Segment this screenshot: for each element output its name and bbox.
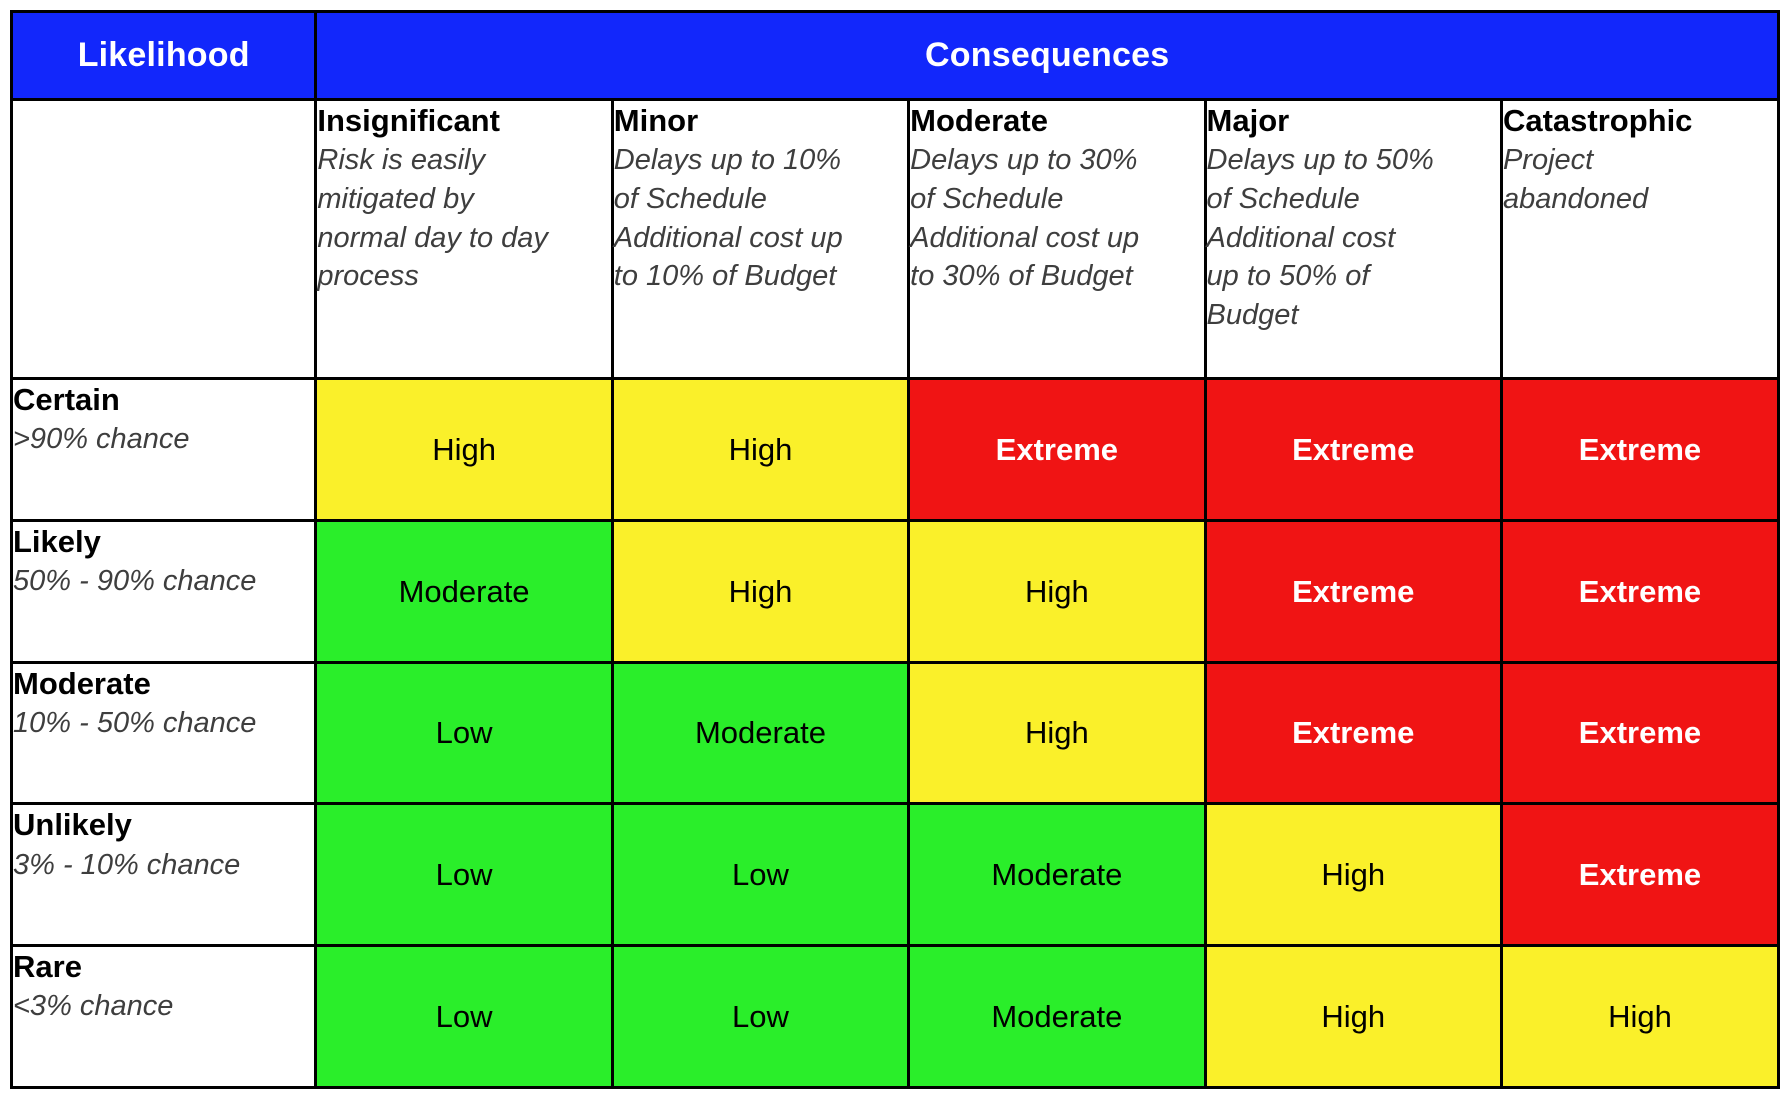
matrix-row-rare: Rare <3% chance Low Low Moderate High Hi… [9, 944, 1781, 1089]
likelihood-header-cell: Likelihood [9, 10, 318, 101]
rating-cell[interactable]: High [610, 376, 911, 522]
consequences-header-label: Consequences [925, 36, 1170, 75]
rating-cell[interactable]: Low [314, 660, 614, 806]
rating-cell[interactable]: Extreme [1203, 376, 1503, 522]
consequences-header-cell: Consequences [314, 10, 1780, 101]
consequence-description: Risk is easily mitigated by normal day t… [317, 144, 548, 293]
likelihood-cell-likely: Likely 50% - 90% chance [9, 518, 318, 664]
rating-cell[interactable]: Low [610, 802, 911, 948]
matrix-row-moderate: Moderate 10% - 50% chance Low Moderate H… [9, 660, 1781, 806]
consequence-description: Delays up to 50% of Schedule Additional … [1206, 144, 1434, 331]
consequence-column-minor: Minor Delays up to 10% of Schedule Addit… [610, 97, 911, 380]
rating-cell[interactable]: High [1203, 802, 1503, 948]
likelihood-cell-moderate: Moderate 10% - 50% chance [9, 660, 318, 806]
likelihood-title: Likely [13, 523, 101, 559]
rating-cell[interactable]: Extreme [907, 376, 1207, 522]
consequence-description: Project abandoned [1502, 144, 1649, 216]
likelihood-cell-unlikely: Unlikely 3% - 10% chance [9, 802, 318, 948]
rating-cell[interactable]: Extreme [1499, 660, 1781, 806]
likelihood-header-label: Likelihood [77, 36, 250, 75]
rating-cell[interactable]: Extreme [1203, 518, 1503, 664]
likelihood-title: Moderate [13, 665, 151, 701]
rating-cell[interactable]: Extreme [1499, 518, 1781, 664]
consequence-title: Insignificant [317, 102, 500, 138]
likelihood-cell-rare: Rare <3% chance [9, 944, 318, 1089]
matrix-row-likely: Likely 50% - 90% chance Moderate High Hi… [9, 518, 1781, 664]
rating-cell[interactable]: Low [314, 802, 614, 948]
rating-cell[interactable]: Extreme [1499, 376, 1781, 522]
rating-cell[interactable]: High [610, 518, 911, 664]
rating-cell[interactable]: High [907, 660, 1207, 806]
rating-cell[interactable]: Moderate [314, 518, 614, 664]
likelihood-chance: <3% chance [13, 990, 174, 1023]
risk-matrix-container: Likelihood Consequences Insignificant Ri… [9, 10, 1781, 1089]
likelihood-chance: 3% - 10% chance [13, 848, 241, 881]
consequence-description: Delays up to 10% of Schedule Additional … [613, 144, 843, 293]
rating-cell[interactable]: Moderate [610, 660, 911, 806]
rating-cell[interactable]: Moderate [907, 944, 1207, 1089]
consequence-definitions-row: Insignificant Risk is easily mitigated b… [9, 97, 1781, 380]
rating-cell[interactable]: Moderate [907, 802, 1207, 948]
consequence-column-catastrophic: Catastrophic Project abandoned [1499, 97, 1781, 380]
consequence-title: Major [1206, 102, 1290, 138]
likelihood-chance: >90% chance [13, 423, 190, 456]
corner-blank-cell [9, 97, 318, 380]
consequence-column-moderate: Moderate Delays up to 30% of Schedule Ad… [907, 97, 1207, 380]
likelihood-title: Unlikely [13, 807, 132, 843]
rating-cell[interactable]: Extreme [1203, 660, 1503, 806]
consequence-description: Delays up to 30% of Schedule Additional … [910, 144, 1140, 293]
banner-row: Likelihood Consequences [9, 10, 1780, 101]
consequence-title: Catastrophic [1502, 102, 1693, 138]
likelihood-title: Certain [13, 381, 120, 417]
consequence-title: Minor [613, 102, 699, 138]
likelihood-chance: 10% - 50% chance [13, 706, 257, 739]
rating-cell[interactable]: High [1499, 944, 1781, 1089]
rating-cell[interactable]: High [1203, 944, 1503, 1089]
matrix-row-unlikely: Unlikely 3% - 10% chance Low Low Moderat… [9, 802, 1781, 948]
rating-cell[interactable]: High [907, 518, 1207, 664]
consequence-column-insignificant: Insignificant Risk is easily mitigated b… [314, 97, 614, 380]
consequence-title: Moderate [910, 102, 1048, 138]
rating-cell[interactable]: High [314, 376, 614, 522]
likelihood-cell-certain: Certain >90% chance [9, 376, 318, 522]
rating-cell[interactable]: Low [610, 944, 911, 1089]
matrix-row-certain: Certain >90% chance High High Extreme Ex… [9, 376, 1781, 522]
rating-cell[interactable]: Extreme [1499, 802, 1781, 948]
likelihood-chance: 50% - 90% chance [13, 565, 257, 598]
likelihood-title: Rare [13, 949, 82, 985]
risk-assessment-matrix-table: Likelihood Consequences Insignificant Ri… [9, 10, 1781, 1089]
consequence-column-major: Major Delays up to 50% of Schedule Addit… [1203, 97, 1503, 380]
rating-cell[interactable]: Low [314, 944, 614, 1089]
